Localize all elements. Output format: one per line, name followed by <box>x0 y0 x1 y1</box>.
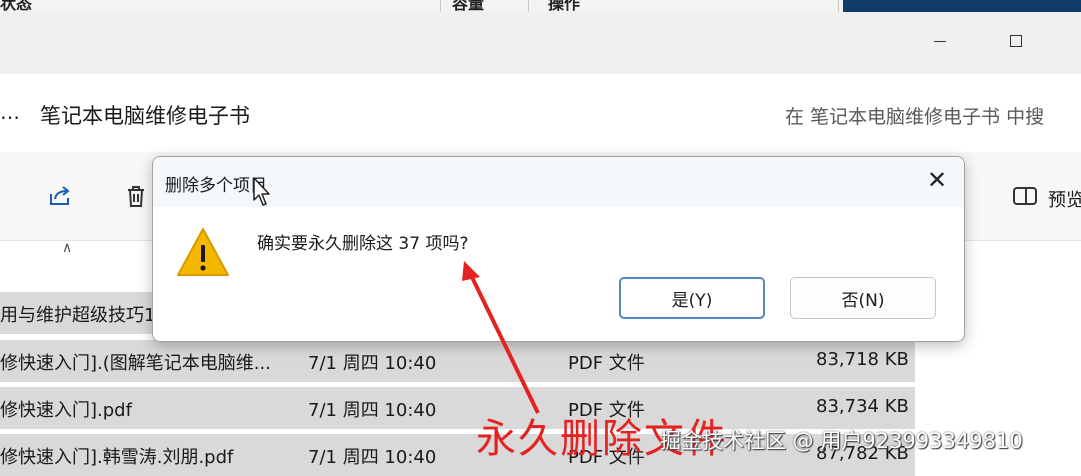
preview-pane-icon[interactable] <box>1012 185 1038 207</box>
file-size: 83,718 KB <box>816 349 909 370</box>
dialog-title-bar <box>153 157 964 207</box>
file-row[interactable]: 用与维护超级技巧1 <box>0 292 160 334</box>
search-input[interactable]: 在 笔记本电脑维修电子书 中搜 <box>785 102 1044 129</box>
minimize-button[interactable] <box>922 26 958 56</box>
more-path-button[interactable]: … <box>0 100 21 124</box>
maximize-button[interactable] <box>998 26 1034 56</box>
dialog-message: 确实要永久删除这 37 项吗? <box>257 234 469 254</box>
background-window-panel <box>843 0 1081 12</box>
file-name: 修快速入门].pdf <box>0 400 132 421</box>
file-name: 用与维护超级技巧1 <box>0 305 156 326</box>
dialog-close-button[interactable]: ✕ <box>924 167 950 193</box>
column-divider <box>528 0 529 12</box>
column-divider <box>838 0 839 12</box>
maximize-icon <box>1010 35 1022 47</box>
file-type: PDF 文件 <box>568 353 645 374</box>
address-bar: … 笔记本电脑维修电子书 在 笔记本电脑维修电子书 中搜 <box>0 74 1081 153</box>
column-divider <box>440 0 441 12</box>
no-button[interactable]: 否(N) <box>790 277 936 319</box>
preview-button-label[interactable]: 预览 <box>1048 186 1081 212</box>
watermark-text: 掘金技术社区 @ 用户923993349810 <box>660 429 1023 453</box>
file-name: 修快速入门].(图解笔记本电脑维... <box>0 353 271 374</box>
window-title-bar <box>0 12 1081 74</box>
mouse-cursor-icon <box>253 177 270 206</box>
file-name: 修快速入门].韩雪涛.刘朋.pdf <box>0 447 234 468</box>
delete-icon[interactable] <box>122 182 150 210</box>
annotation-arrow-icon <box>462 261 540 414</box>
share-icon[interactable] <box>46 182 74 210</box>
minimize-icon <box>934 40 946 42</box>
file-date: 7/1 周四 10:40 <box>308 353 437 374</box>
file-size: 83,734 KB <box>816 396 909 417</box>
breadcrumb-current-folder[interactable]: 笔记本电脑维修电子书 <box>40 100 250 130</box>
warning-icon <box>177 228 229 276</box>
file-date: 7/1 周四 10:40 <box>308 400 437 421</box>
sort-chevron-up-icon[interactable]: ∧ <box>62 240 72 256</box>
file-date: 7/1 周四 10:40 <box>308 447 437 468</box>
yes-button[interactable]: 是(Y) <box>619 277 765 319</box>
